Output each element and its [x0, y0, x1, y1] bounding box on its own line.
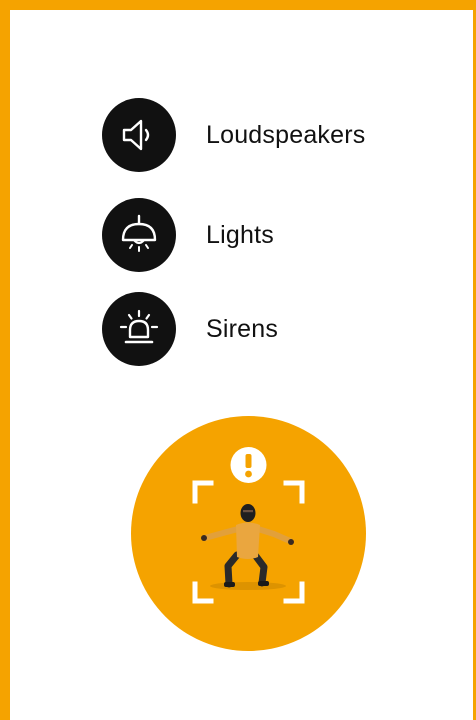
device-item-loudspeakers: Loudspeakers — [102, 98, 365, 172]
alert-detection-badge — [131, 416, 366, 651]
device-label-loudspeakers: Loudspeakers — [206, 120, 366, 149]
exclamation-icon — [230, 447, 267, 483]
device-item-sirens: Sirens — [102, 292, 278, 366]
intruder-figure — [201, 504, 294, 588]
loudspeaker-icon — [102, 98, 176, 172]
device-item-lights: Lights — [102, 198, 274, 272]
siren-icon — [102, 292, 176, 366]
device-label-lights: Lights — [206, 220, 274, 249]
device-label-sirens: Sirens — [206, 314, 279, 343]
ceiling-light-icon — [102, 198, 176, 272]
